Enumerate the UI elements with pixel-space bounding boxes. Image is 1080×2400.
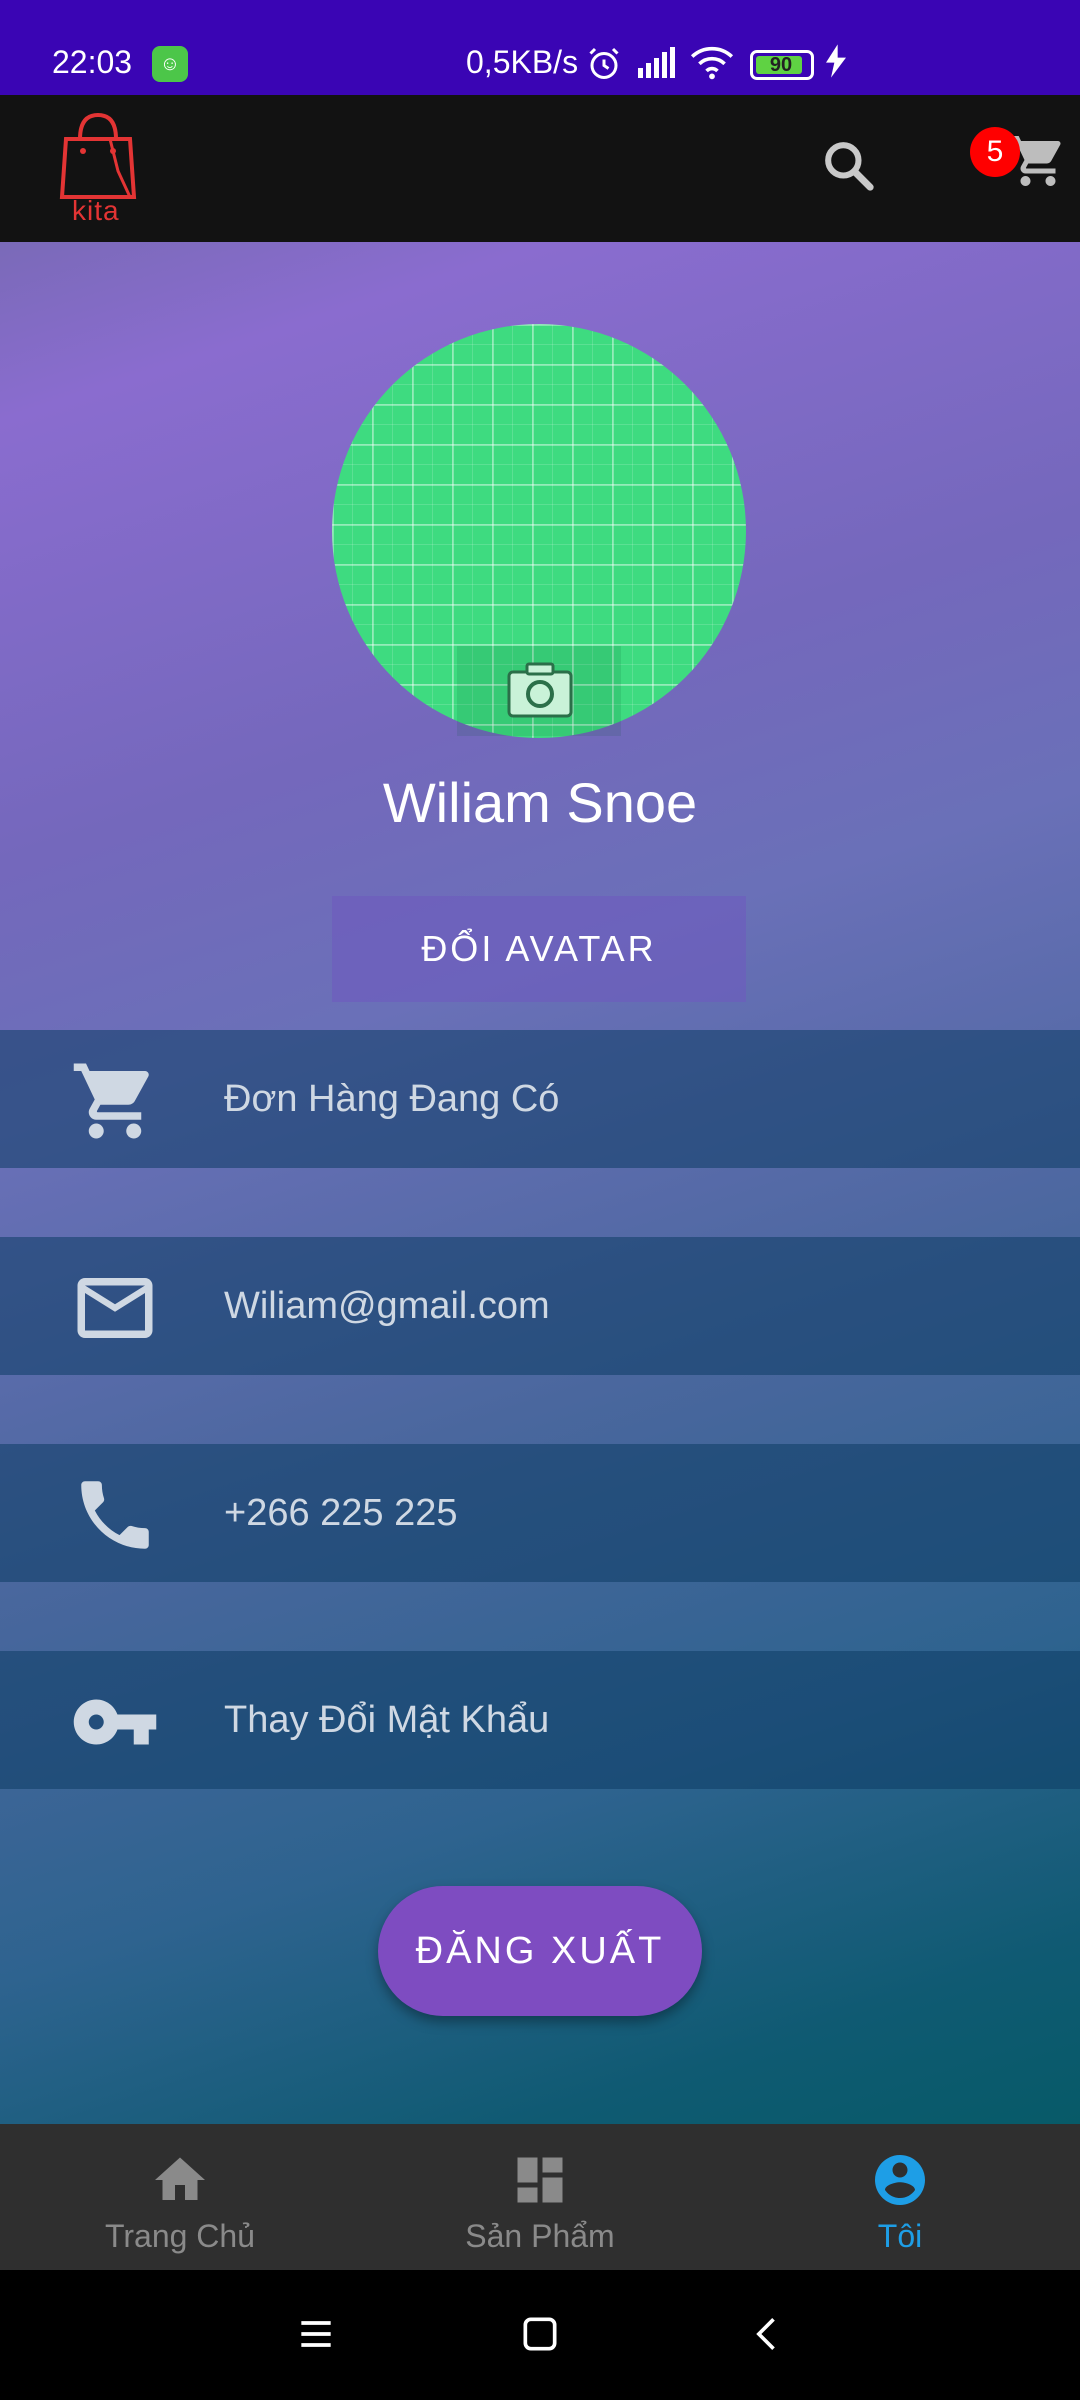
logo-text: kita [72, 195, 120, 226]
change-avatar-button[interactable]: ĐỔI AVATAR [332, 896, 746, 1002]
phone-row[interactable]: +266 225 225 [0, 1444, 1080, 1582]
network-speed: 0,5KB/s [466, 44, 579, 80]
nav-item-products[interactable]: Sản Phẩm [360, 2124, 720, 2270]
app-notification-icon: ☺ [152, 46, 188, 82]
email-label: Wiliam@gmail.com [224, 1284, 550, 1327]
mail-icon [70, 1263, 160, 1353]
dashboard-icon [510, 2150, 570, 2210]
battery-icon: 90 [750, 50, 814, 80]
system-navigation-bar [0, 2270, 1080, 2400]
wifi-icon [690, 44, 734, 88]
phone-label: +266 225 225 [224, 1491, 458, 1534]
profile-name: Wiliam Snoe [382, 771, 698, 834]
account-circle-icon [870, 2150, 930, 2210]
alarm-icon [586, 46, 622, 90]
orders-row[interactable]: Đơn Hàng Đang Có [0, 1030, 1080, 1168]
app-bar: kita 5 [0, 95, 1080, 242]
logout-button[interactable]: ĐĂNG XUẤT [378, 1886, 702, 2016]
status-bar: 22:03 ☺ 0,5KB/s 90 [0, 0, 1080, 95]
nav-label-home: Trang Chủ [105, 2218, 255, 2254]
profile-content: Wiliam Snoe ĐỔI AVATAR Đơn Hàng Đang Có … [0, 242, 1080, 2124]
nav-label-me: Tôi [877, 2218, 923, 2254]
email-row[interactable]: Wiliam@gmail.com [0, 1237, 1080, 1375]
search-icon[interactable] [820, 137, 884, 201]
home-button-icon[interactable] [518, 2312, 562, 2356]
bottom-navigation: Trang Chủ Sản Phẩm Tôi [0, 2124, 1080, 2270]
charging-icon [826, 44, 846, 86]
cart-count-badge: 5 [970, 127, 1020, 177]
key-icon [70, 1677, 160, 1767]
menu-icon[interactable] [294, 2312, 338, 2356]
signal-icon [636, 46, 676, 88]
home-icon [150, 2150, 210, 2210]
battery-level: 90 [769, 54, 793, 76]
cart-icon [70, 1056, 160, 1146]
status-time: 22:03 [52, 44, 133, 80]
change-password-label: Thay Đổi Mật Khẩu [224, 1698, 550, 1741]
nav-item-me[interactable]: Tôi [720, 2124, 1080, 2270]
back-icon[interactable] [746, 2312, 790, 2356]
orders-label: Đơn Hàng Đang Có [224, 1077, 560, 1120]
nav-item-home[interactable]: Trang Chủ [0, 2124, 360, 2270]
change-password-row[interactable]: Thay Đổi Mật Khẩu [0, 1651, 1080, 1789]
camera-icon[interactable] [505, 660, 575, 720]
nav-label-products: Sản Phẩm [465, 2218, 615, 2254]
phone-icon [70, 1470, 160, 1560]
